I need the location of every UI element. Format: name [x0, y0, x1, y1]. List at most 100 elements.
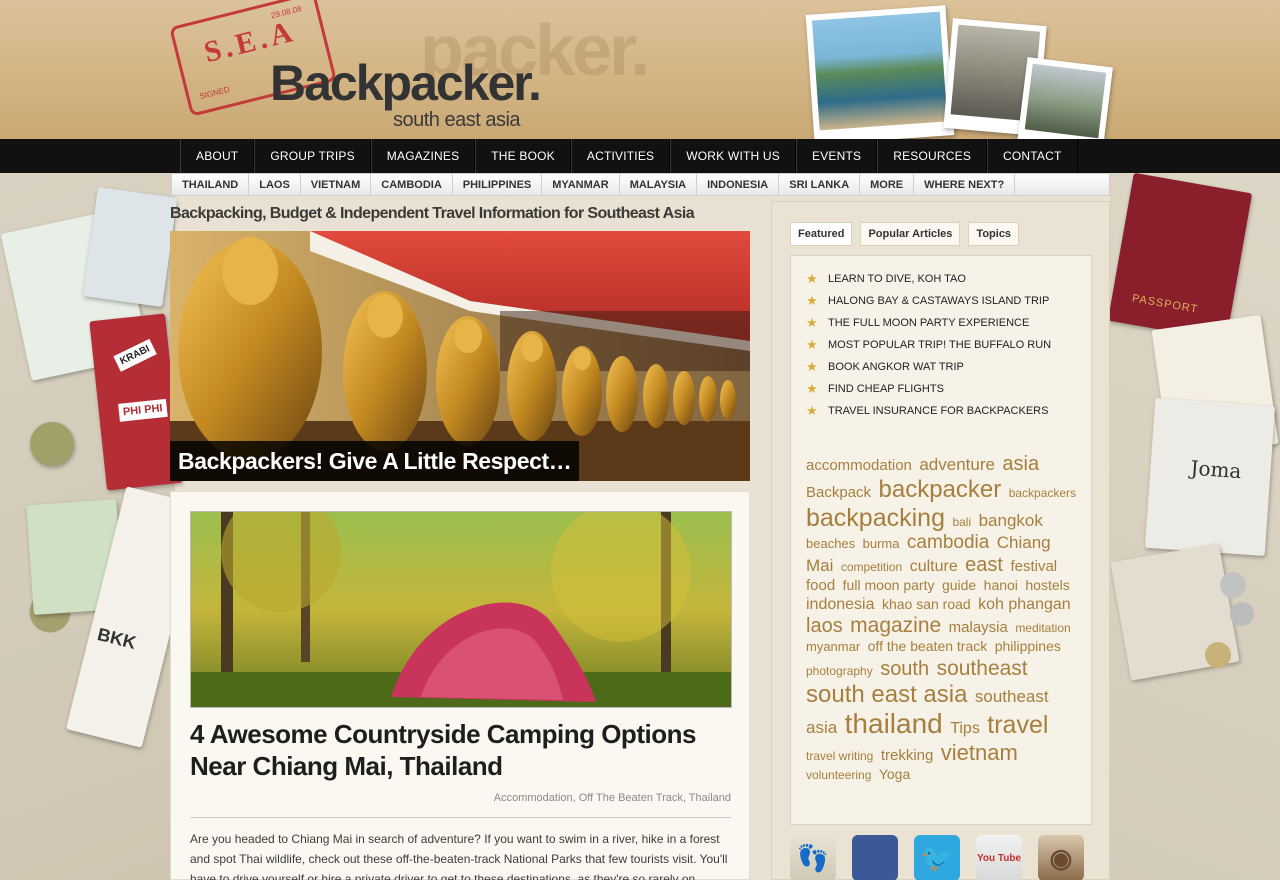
country-myanmar[interactable]: MYANMAR: [542, 174, 620, 195]
tag-link[interactable]: khao san road: [882, 596, 971, 612]
tab-featured[interactable]: Featured: [790, 222, 853, 246]
instagram-icon[interactable]: ◉: [1038, 835, 1084, 880]
featured-item[interactable]: ★ TRAVEL INSURANCE FOR BACKPACKERS: [806, 400, 1051, 422]
country-malaysia[interactable]: MALAYSIA: [620, 174, 698, 195]
featured-item[interactable]: ★ LEARN TO DIVE, KOH TAO: [806, 268, 1051, 290]
featured-item-label[interactable]: THE FULL MOON PARTY EXPERIENCE: [828, 317, 1029, 329]
tag-link[interactable]: backpacker: [879, 476, 1002, 503]
tag-link[interactable]: bali: [952, 515, 971, 529]
tag-link[interactable]: food: [806, 577, 835, 594]
featured-item-label[interactable]: FIND CHEAP FLIGHTS: [828, 383, 944, 395]
nav-magazines[interactable]: MAGAZINES: [370, 139, 476, 173]
tag-link[interactable]: volunteering: [806, 768, 871, 782]
tag-link[interactable]: beaches: [806, 536, 855, 551]
nav-contact[interactable]: CONTACT: [987, 139, 1078, 173]
country-thailand[interactable]: THAILAND: [172, 174, 250, 195]
main-nav: ABOUT GROUP TRIPS MAGAZINES THE BOOK ACT…: [0, 139, 1280, 173]
nav-resources[interactable]: RESOURCES: [877, 139, 988, 173]
tag-link[interactable]: competition: [841, 560, 902, 574]
hero-caption[interactable]: Backpackers! Give A Little Respect…: [170, 441, 580, 481]
tag-link[interactable]: festival: [1010, 558, 1057, 575]
site-tagline: Backpacking, Budget & Independent Travel…: [170, 205, 695, 222]
tag-link[interactable]: backpacking: [806, 504, 945, 532]
tag-link[interactable]: indonesia: [806, 596, 875, 613]
tag-link[interactable]: full moon party: [843, 577, 935, 593]
country-cambodia[interactable]: CAMBODIA: [371, 174, 453, 195]
country-indonesia[interactable]: INDONESIA: [697, 174, 780, 195]
country-sri-lanka[interactable]: SRI LANKA: [779, 174, 861, 195]
tag-link[interactable]: meditation: [1015, 621, 1070, 635]
post-divider: [190, 817, 731, 818]
nav-about[interactable]: ABOUT: [180, 139, 255, 173]
tag-link[interactable]: vietnam: [941, 740, 1018, 765]
tag-link[interactable]: koh phangan: [978, 596, 1071, 613]
tag-link[interactable]: bangkok: [979, 511, 1043, 530]
tag-link[interactable]: south east asia: [806, 681, 967, 708]
country-more[interactable]: MORE: [860, 174, 915, 195]
tag-link[interactable]: asia: [1002, 453, 1039, 475]
tag-link[interactable]: southeast: [937, 657, 1028, 680]
site-logo[interactable]: Backpacker.: [270, 58, 542, 108]
featured-item[interactable]: ★ THE FULL MOON PARTY EXPERIENCE: [806, 312, 1051, 334]
tag-link[interactable]: south: [880, 658, 929, 680]
tag-link[interactable]: adventure: [919, 455, 995, 474]
sidebar-panel: ★ LEARN TO DIVE, KOH TAO ★ HALONG BAY & CA…: [790, 255, 1092, 825]
sidebar: Featured Popular Articles Topics ★ LEARN …: [771, 201, 1110, 880]
tag-link[interactable]: travel writing: [806, 749, 873, 764]
tag-link[interactable]: philippines: [995, 638, 1061, 654]
tag-link[interactable]: backpackers: [1009, 486, 1076, 500]
featured-item-label[interactable]: MOST POPULAR TRIP! THE BUFFALO RUN: [828, 339, 1051, 351]
post-image-tent: [191, 512, 731, 707]
nav-activities[interactable]: ACTIVITIES: [570, 139, 671, 173]
tag-link[interactable]: magazine: [850, 614, 941, 637]
tag-link[interactable]: thailand: [845, 708, 943, 739]
footprint-icon[interactable]: 👣: [790, 835, 836, 880]
post-categories[interactable]: Accommodation, Off The Beaten Track, Tha…: [494, 792, 731, 804]
featured-item[interactable]: ★ FIND CHEAP FLIGHTS: [806, 378, 1051, 400]
country-where-next[interactable]: WHERE NEXT?: [914, 174, 1016, 195]
tag-link[interactable]: guide: [942, 577, 976, 593]
featured-item-label[interactable]: BOOK ANGKOR WAT TRIP: [828, 361, 964, 373]
nav-events[interactable]: EVENTS: [795, 139, 878, 173]
facebook-icon[interactable]: f: [852, 835, 898, 880]
tag-link[interactable]: myanmar: [806, 639, 860, 654]
post-image[interactable]: [190, 511, 732, 708]
youtube-icon[interactable]: You Tube: [976, 835, 1022, 880]
tab-topics[interactable]: Topics: [968, 222, 1020, 246]
tag-link[interactable]: Tips: [950, 720, 980, 737]
featured-item[interactable]: ★ HALONG BAY & CASTAWAYS ISLAND TRIP: [806, 290, 1051, 312]
nav-the-book[interactable]: THE BOOK: [475, 139, 571, 173]
tag-link[interactable]: malaysia: [949, 619, 1008, 636]
tag-link[interactable]: Yoga: [879, 766, 910, 782]
tag-link[interactable]: hanoi: [984, 577, 1018, 593]
post-title[interactable]: 4 Awesome Countryside Camping Options Ne…: [190, 718, 735, 782]
star-icon: ★: [806, 403, 818, 418]
tag-link[interactable]: Backpack: [806, 484, 871, 501]
featured-item[interactable]: ★ BOOK ANGKOR WAT TRIP: [806, 356, 1051, 378]
nav-work-with-us[interactable]: WORK WITH US: [670, 139, 796, 173]
tag-link[interactable]: trekking: [881, 747, 934, 764]
hero-slide[interactable]: Backpackers! Give A Little Respect…: [170, 231, 750, 481]
featured-item-label[interactable]: LEARN TO DIVE, KOH TAO: [828, 273, 966, 285]
tag-link[interactable]: accommodation: [806, 457, 912, 474]
country-philippines[interactable]: PHILIPPINES: [453, 174, 543, 195]
tag-link[interactable]: hostels: [1025, 577, 1069, 593]
stamp-card: [82, 186, 178, 308]
tag-link[interactable]: travel: [987, 711, 1048, 739]
twitter-icon[interactable]: 🐦: [914, 835, 960, 880]
tag-link[interactable]: off the beaten track: [868, 638, 988, 654]
tag-link[interactable]: cambodia: [907, 532, 989, 553]
country-laos[interactable]: LAOS: [249, 174, 301, 195]
tab-popular-articles[interactable]: Popular Articles: [860, 222, 961, 246]
nav-group-trips[interactable]: GROUP TRIPS: [254, 139, 371, 173]
tag-link[interactable]: photography: [806, 664, 873, 678]
featured-item-label[interactable]: HALONG BAY & CASTAWAYS ISLAND TRIP: [828, 295, 1049, 307]
tag-link[interactable]: culture: [910, 558, 958, 575]
tag-link[interactable]: burma: [863, 536, 900, 551]
tag-link[interactable]: east: [965, 554, 1003, 576]
joma-bag-card: Joma: [1144, 397, 1276, 557]
featured-item-label[interactable]: TRAVEL INSURANCE FOR BACKPACKERS: [828, 405, 1048, 417]
tag-link[interactable]: laos: [806, 615, 843, 637]
featured-item[interactable]: ★ MOST POPULAR TRIP! THE BUFFALO RUN: [806, 334, 1051, 356]
country-vietnam[interactable]: VIETNAM: [301, 174, 372, 195]
